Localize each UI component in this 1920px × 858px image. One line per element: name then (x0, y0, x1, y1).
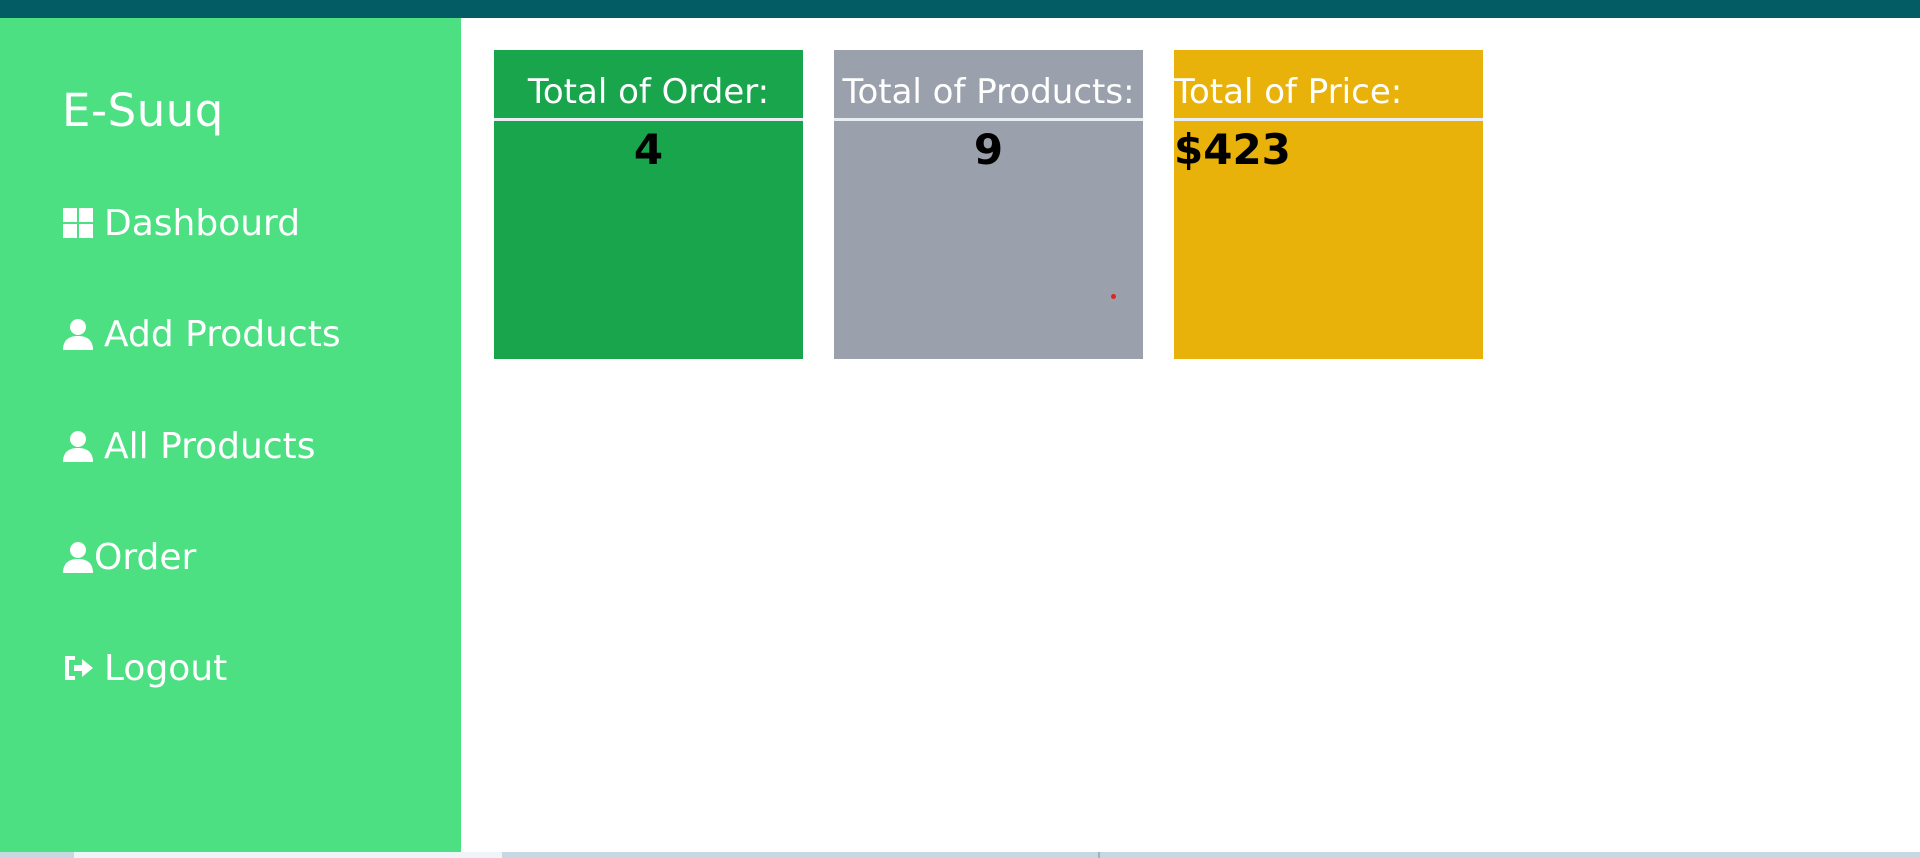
sidebar-item-label: Dashbourd (104, 202, 301, 244)
top-bar (0, 0, 1920, 18)
card-title: Total of Order: (527, 72, 770, 112)
sign-out-icon (62, 652, 94, 684)
sidebar-item-add-products[interactable]: Add Products (62, 309, 341, 359)
sidebar-item-order[interactable]: Order (62, 532, 196, 582)
total-products-card: Total of Products: 9 (834, 50, 1143, 359)
total-orders-card: Total of Order: 4 (494, 50, 803, 359)
card-title: Total of Products: (842, 72, 1135, 112)
user-icon (62, 541, 94, 573)
sidebar-item-label: Add Products (104, 313, 341, 355)
sidebar: E-Suuq Dashbourd Add Products All Produc… (0, 18, 461, 852)
sidebar-item-label: All Products (104, 425, 316, 467)
card-value: 9 (973, 125, 1004, 174)
red-dot-marker (1111, 294, 1116, 299)
taskbar-segment (74, 852, 502, 858)
sidebar-item-label: Logout (104, 647, 228, 689)
card-value: 4 (633, 125, 664, 174)
taskbar-divider (1098, 852, 1100, 858)
sidebar-item-logout[interactable]: Logout (62, 643, 227, 693)
taskbar-strip (0, 852, 1920, 858)
card-title: Total of Price: (1174, 72, 1403, 112)
sidebar-item-dashboard[interactable]: Dashbourd (62, 198, 300, 248)
user-icon (62, 430, 94, 462)
sidebar-item-label: Order (94, 536, 197, 578)
sidebar-item-all-products[interactable]: All Products (62, 421, 316, 471)
grid-icon (62, 207, 94, 239)
card-value: $423 (1174, 125, 1291, 174)
user-icon (62, 318, 94, 350)
brand-title[interactable]: E-Suuq (62, 84, 224, 137)
total-price-card: Total of Price: $423 (1174, 50, 1483, 359)
